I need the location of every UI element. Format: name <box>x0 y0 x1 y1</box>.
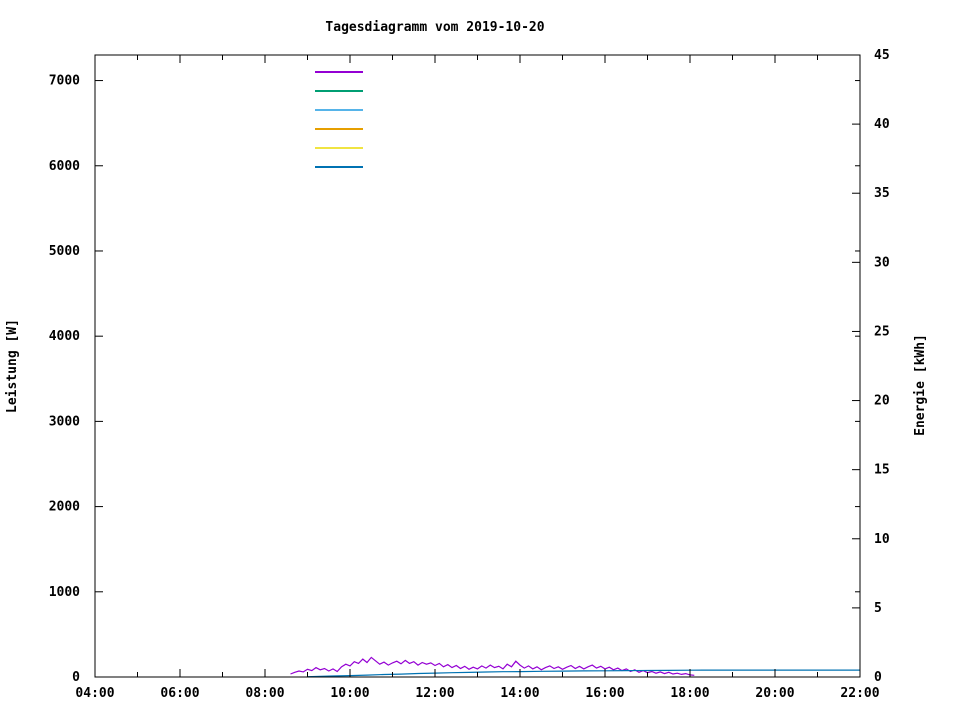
x-tick-label: 10:00 <box>330 686 369 701</box>
y-tick-label: 1000 <box>49 585 80 600</box>
y2-tick-label: 10 <box>874 532 890 547</box>
legend-line-swatch <box>315 128 363 130</box>
legend-line-swatch <box>315 147 363 149</box>
y-tick-label: 2000 <box>49 500 80 515</box>
y-tick-label: 0 <box>72 670 80 685</box>
x-tick-label: 12:00 <box>415 686 454 701</box>
plot-area: 04:00 06:00 08:00 10:00 12:00 14:00 16:00 18:00… <box>49 48 890 701</box>
y2-tick-label: 5 <box>874 601 882 616</box>
plot-border <box>94 54 861 678</box>
x-tick-label: 06:00 <box>160 686 199 701</box>
legend-line-swatch <box>315 109 363 111</box>
y2-tick-label: 0 <box>874 670 882 685</box>
x-tick-label: 18:00 <box>670 686 709 701</box>
y-tick-label: 6000 <box>49 159 80 174</box>
y2-tick-label: 35 <box>874 186 890 201</box>
y2-tick-label: 20 <box>874 394 890 409</box>
y2-tick-label: 45 <box>874 48 890 63</box>
chart-canvas: Tagesdiagramm vom 2019-10-20 Leistung [W… <box>0 0 960 720</box>
series-line-energie <box>307 669 860 678</box>
y2-tick-label: 40 <box>874 117 890 132</box>
y2-tick-label: 15 <box>874 463 890 478</box>
x-tick-label: 04:00 <box>75 686 114 701</box>
y-tick-label: 4000 <box>49 329 80 344</box>
y2-tick-label: 25 <box>874 324 890 339</box>
y-tick-label: 7000 <box>49 74 80 89</box>
x-tick-label: 14:00 <box>500 686 539 701</box>
x-tick-label: 16:00 <box>585 686 624 701</box>
legend-line-swatch <box>315 90 363 92</box>
x-tick-label: 08:00 <box>245 686 284 701</box>
x-tick-label: 22:00 <box>840 686 879 701</box>
y-tick-label: 3000 <box>49 414 80 429</box>
legend-line-swatch <box>315 166 363 168</box>
x-tick-label: 20:00 <box>755 686 794 701</box>
y2-tick-label: 30 <box>874 255 890 270</box>
y-tick-label: 5000 <box>49 244 80 259</box>
series-line-ac-leistung <box>290 656 695 676</box>
legend-line-swatch <box>315 71 363 73</box>
